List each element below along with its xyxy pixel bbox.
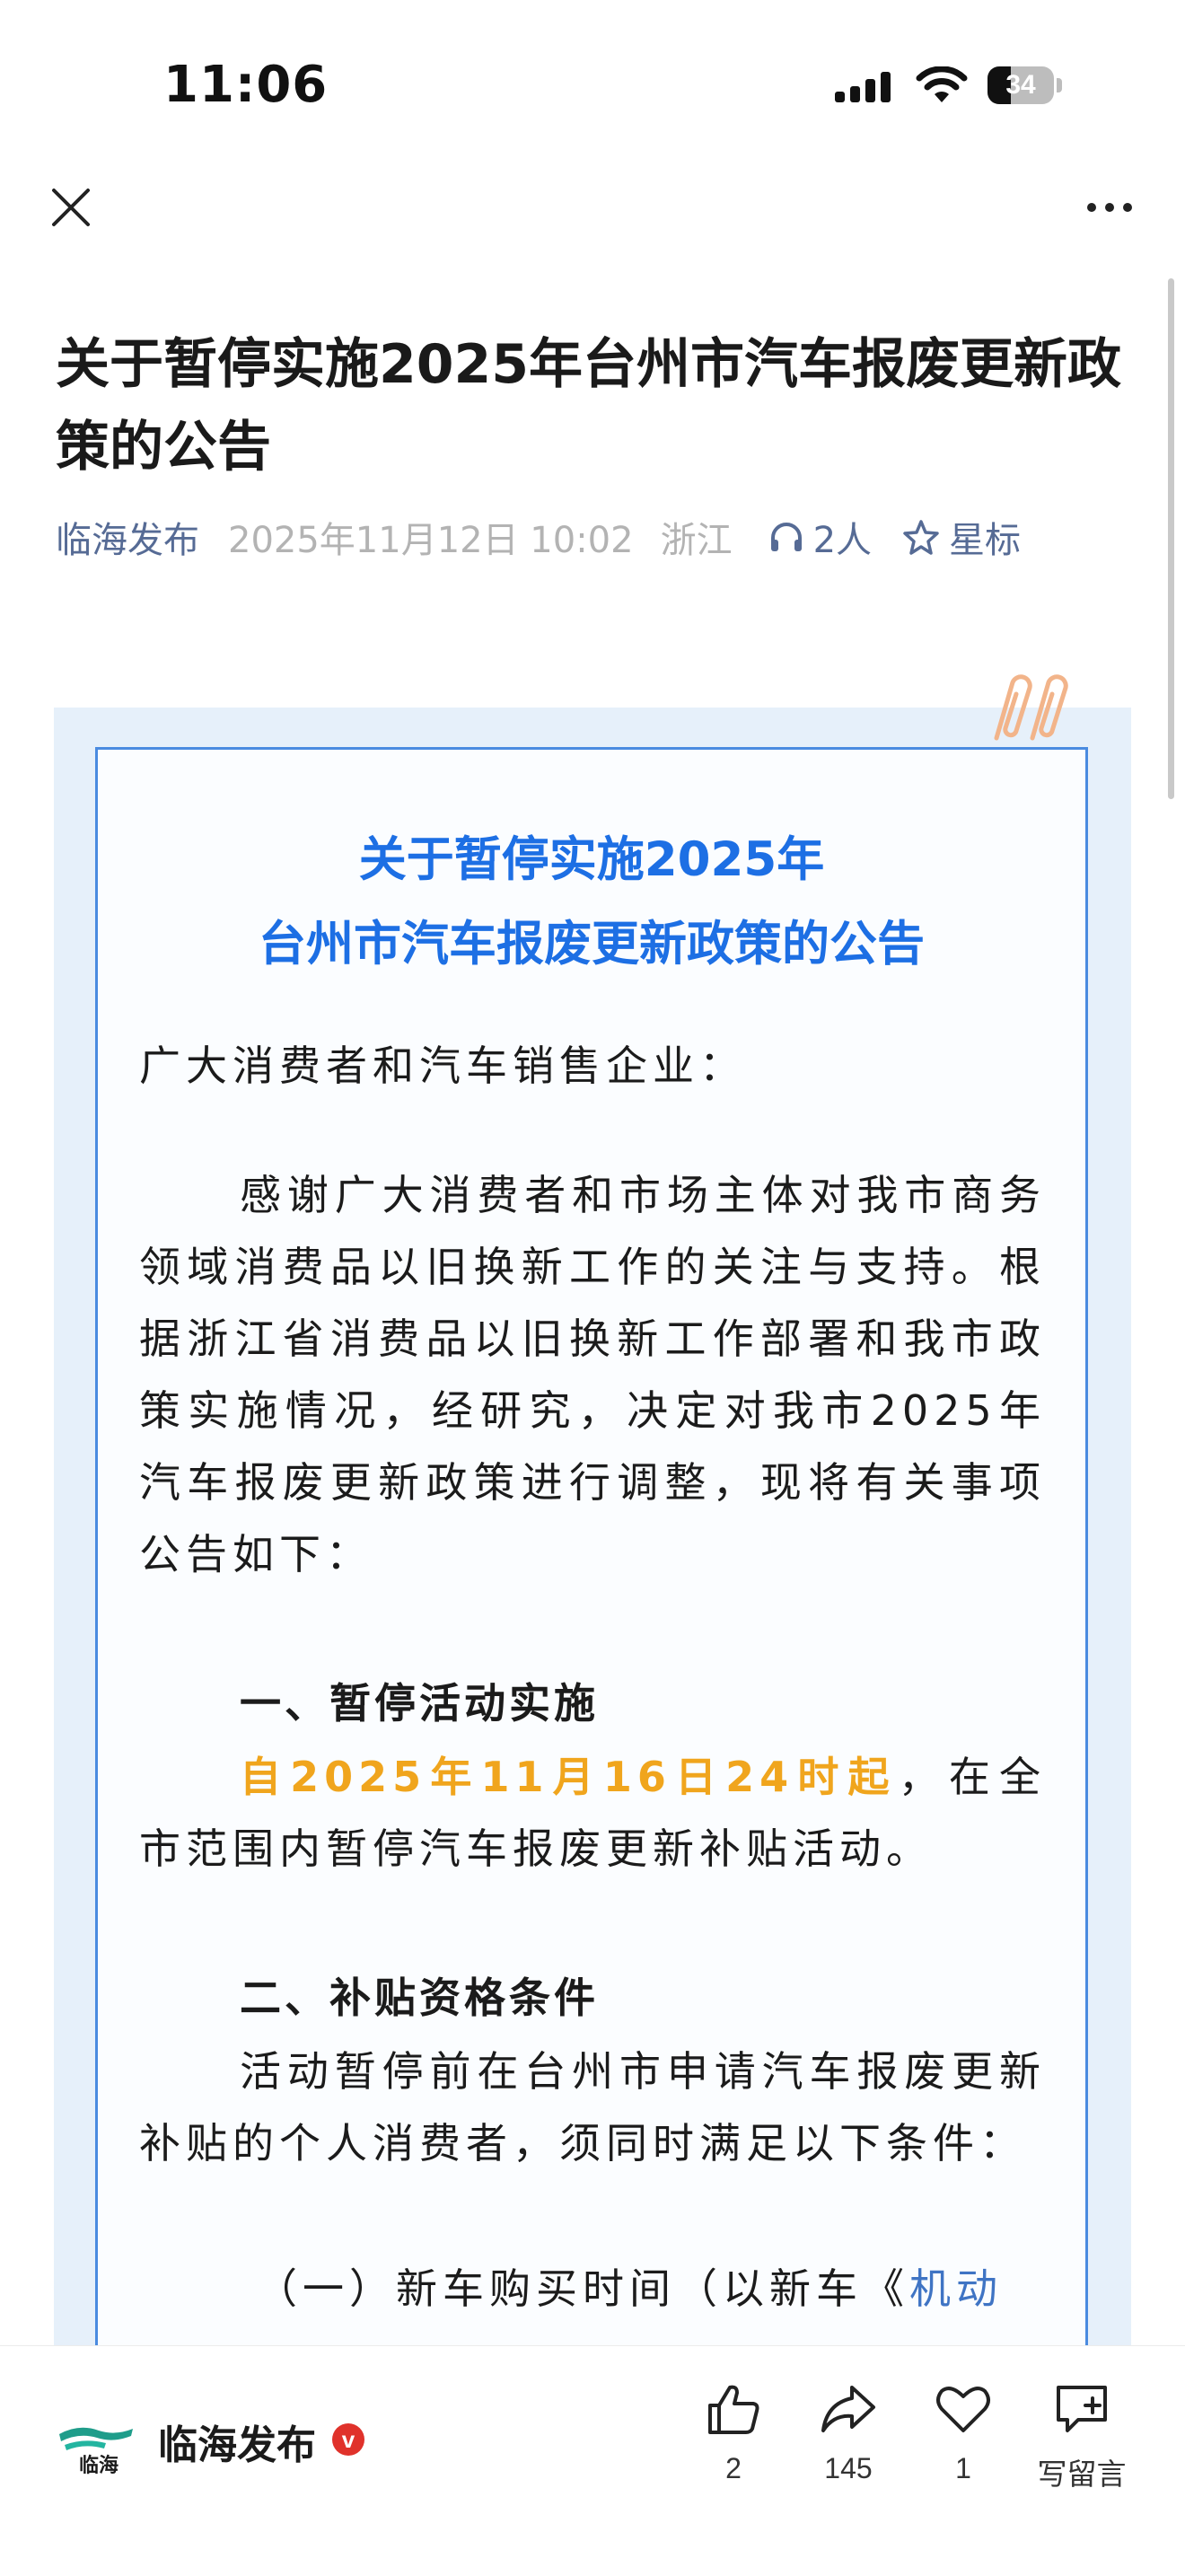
- poster-paragraph-1: 感谢广大消费者和市场主体对我市商务领域消费品以旧换新工作的关注与支持。根据浙江省…: [139, 1171, 1046, 1578]
- region-label: 浙江: [660, 520, 733, 561]
- logo-text: 临海: [79, 2454, 118, 2477]
- linhai-logo-icon: 临海: [59, 2427, 133, 2477]
- star-icon: [903, 520, 939, 555]
- verified-badge: v: [332, 2423, 364, 2456]
- battery-level: 34: [1005, 70, 1036, 100]
- star-button[interactable]: 星标: [902, 511, 1021, 563]
- favorite-button[interactable]: 1: [914, 2382, 1013, 2485]
- item-1-link: 机动: [909, 2264, 1003, 2313]
- listener-count: 2人: [812, 520, 873, 561]
- paperclip-icon: [994, 674, 1068, 741]
- more-icon[interactable]: [1084, 196, 1135, 219]
- section-2-heading: 二、补贴资格条件: [240, 1974, 599, 2022]
- section-1-date-highlight: 自2025年11月16日24时起: [240, 1753, 899, 1801]
- heart-icon: [936, 2387, 990, 2432]
- favorite-count: 1: [955, 2452, 971, 2484]
- poster-title-line1: 关于暂停实施2025年: [358, 832, 825, 887]
- wifi-icon: [916, 66, 968, 102]
- thumbs-up-icon: [708, 2385, 759, 2434]
- scrollbar[interactable]: [1168, 278, 1174, 799]
- signal-icon: [835, 70, 898, 102]
- like-count: 2: [725, 2452, 742, 2484]
- item-1-prefix: （一）新车购买时间（以新车《: [256, 2264, 909, 2313]
- poster-title: 关于暂停实施2025年 台州市汽车报废更新政策的公告: [98, 818, 1085, 987]
- account-name[interactable]: 临海发布: [158, 2413, 316, 2470]
- battery-icon: 34: [988, 66, 1063, 104]
- section-2-text: 活动暂停前在台州市申请汽车报废更新补贴的个人消费者，须同时满足以下条件：: [139, 2047, 1046, 2167]
- publish-date: 2025年11月12日 10:02: [228, 520, 634, 561]
- poster-title-line2: 台州市汽车报废更新政策的公告: [259, 917, 925, 971]
- account-avatar[interactable]: 临海: [52, 2398, 138, 2484]
- share-icon: [821, 2386, 875, 2432]
- comment-icon: [1057, 2386, 1107, 2432]
- share-button[interactable]: 145: [799, 2382, 898, 2485]
- close-icon[interactable]: [48, 185, 93, 230]
- section-1-heading: 一、暂停活动实施: [240, 1679, 599, 1728]
- status-time: 11:06: [163, 56, 329, 114]
- article-title: 关于暂停实施2025年台州市汽车报废更新政策的公告: [56, 333, 1121, 479]
- section-2-item-1: （一）新车购买时间（以新车《机动: [139, 2253, 1046, 2325]
- star-label: 星标: [949, 520, 1022, 561]
- bottom-action-bar: 临海 临海发布 v 2 145 1 写留言: [0, 2345, 1185, 2576]
- section-1-text: 自2025年11月16日24时起，在全市范围内暂停汽车报废更新补贴活动。: [139, 1741, 1046, 1885]
- listen-button[interactable]: 2人: [768, 511, 872, 563]
- comment-label: 写留言: [1037, 2457, 1127, 2492]
- headphones-icon: [770, 523, 802, 551]
- poster-salutation: 广大消费者和汽车销售企业：: [139, 1042, 746, 1090]
- author-link[interactable]: 临海发布: [56, 511, 199, 563]
- status-bar: 11:06 34: [0, 0, 1185, 153]
- like-button[interactable]: 2: [684, 2382, 783, 2485]
- share-count: 145: [824, 2452, 873, 2484]
- announcement-poster: 关于暂停实施2025年 台州市汽车报废更新政策的公告 广大消费者和汽车销售企业：…: [95, 747, 1088, 2417]
- article-meta: 临海发布 2025年11月12日 10:02 浙江 2人 星标: [56, 512, 1021, 562]
- comment-button[interactable]: 写留言: [1025, 2382, 1138, 2493]
